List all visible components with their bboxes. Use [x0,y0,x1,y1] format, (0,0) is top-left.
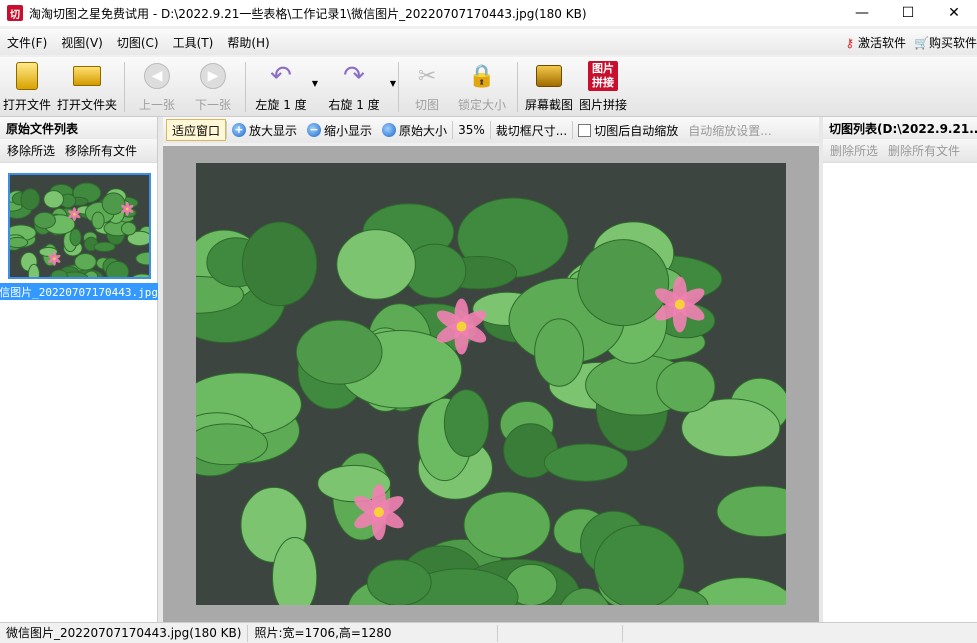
window-title: 淘淘切图之星免费试用 - D:\2022.9.21一些表格\工作记录1\微信图片… [29,6,587,21]
rotate-right-button[interactable]: ↷ 右旋 1 度 ▼ [318,57,396,115]
rotate-right-label: 右旋 1 度 [328,98,380,112]
source-file-panel: 原始文件列表 移除所选 移除所有文件 微信图片_20220707170443.j… [0,117,158,622]
lock-icon: 🔒 [468,63,496,89]
folder-icon [72,61,102,91]
toolbar-divider [124,62,126,112]
fit-label: 适应窗口 [172,123,221,138]
menu-cut[interactable]: 切图(C) [110,34,166,51]
cut-button[interactable]: ✂ 切图 [403,57,451,115]
file-thumbnail[interactable] [8,173,151,279]
rotate-right-icon: ↷ [343,61,365,91]
menu-bar: 文件(F) 视图(V) 切图(C) 工具(T) 帮助(H) ⚷ 激活软件 🛒购买… [0,29,977,55]
image-canvas[interactable] [163,146,819,622]
title-bar: 切 淘淘切图之星免费试用 - D:\2022.9.21一些表格\工作记录1\微信… [0,0,977,26]
file-name: 微信图片_20220707170443.jpg [0,286,158,299]
menu-file[interactable]: 文件(F) [0,34,54,51]
buy-label: 购买软件 [928,35,977,50]
menu-help[interactable]: 帮助(H) [220,34,276,51]
original-label: 原始大小 [399,123,448,138]
auto-zoom-checkbox[interactable]: 切图后自动缩放 [573,119,683,141]
lock-size-label: 锁定大小 [458,98,507,112]
remove-selected-button[interactable]: 移除所选 [7,142,55,159]
zoom-out-icon: − [307,123,322,137]
arrow-right-circle-icon: ▶ [198,61,228,91]
auto-zoom-label: 切图后自动缩放 [594,123,679,138]
open-file-button[interactable]: 打开文件 [0,57,54,115]
buy-link[interactable]: 🛒购买软件 [914,34,977,51]
crop-size-button[interactable]: 裁切框尺寸... [491,119,572,141]
auto-zoom-settings-button[interactable]: 自动缩放设置... [683,119,776,141]
prev-button[interactable]: ◀ 上一张 [129,57,185,115]
view-toolbar: 适应窗口 + 放大显示 − 缩小显示 原始大小 35% 裁切框尺寸... 切图后自动… [163,117,819,143]
close-button[interactable]: ✕ [931,0,977,26]
app-icon: 切 [7,5,23,21]
screenshot-button[interactable]: 屏幕截图 [522,57,576,115]
toolbar-divider [398,62,400,112]
main-toolbar: 打开文件 打开文件夹 ◀ 上一张 ▶ 下一张 ↶ 左旋 1 度 ▼ ↷ 右旋 1 度 ▼ ✂… [0,57,977,117]
key-icon: ⚷ [845,35,855,50]
image-view: 适应窗口 + 放大显示 − 缩小显示 原始大小 35% 裁切框尺寸... 切图后自动… [163,117,819,622]
next-label: 下一张 [195,98,232,112]
rotate-left-label: 左旋 1 度 [255,98,307,112]
thumbnail-image [10,175,149,277]
status-bar: 微信图片_20220707170443.jpg(180 KB) 照片:宽=170… [0,622,977,643]
scissors-icon: ✂ [417,63,437,89]
rotate-left-icon: ↶ [270,61,292,91]
zoom-level: 35% [458,123,485,137]
zoom-in-label: 放大显示 [249,123,298,138]
stitch-icon: 图片拼接 [588,61,619,91]
cart-icon: 🛒 [914,35,929,50]
panel-title: 原始文件列表 [0,117,157,139]
remove-all-button[interactable]: 移除所有文件 [65,142,137,159]
fit-window-button[interactable]: 适应窗口 [166,119,227,141]
maximize-button[interactable]: ☐ [885,0,931,26]
document-icon [12,61,42,91]
toolbar-divider [245,62,247,112]
magnifier-icon [382,123,397,137]
checkbox-icon [578,123,592,137]
activate-link[interactable]: ⚷ 激活软件 [845,34,906,51]
zoom-in-button[interactable]: + 放大显示 [227,119,302,141]
zoom-out-button[interactable]: − 缩小显示 [302,119,377,141]
chevron-down-icon[interactable]: ▼ [390,79,396,88]
minimize-button[interactable]: — [839,0,885,26]
stitch-button[interactable]: 图片拼接 图片拼接 [576,57,630,115]
open-folder-button[interactable]: 打开文件夹 [54,57,120,115]
zoom-out-label: 缩小显示 [324,123,373,138]
zoom-in-icon: + [232,123,247,137]
delete-selected-button[interactable]: 删除所选 [830,142,878,159]
menu-tools[interactable]: 工具(T) [166,34,221,51]
lock-size-button[interactable]: 🔒 锁定大小 [451,57,513,115]
panel-title: 切图列表(D:\2022.9.21... [823,117,977,139]
status-dimensions: 照片:宽=1706,高=1280 [248,624,499,642]
prev-label: 上一张 [139,98,176,112]
open-folder-label: 打开文件夹 [57,98,118,112]
lotus-photo [196,163,786,605]
toolbar-divider [517,62,519,112]
screenshot-label: 屏幕截图 [525,98,574,112]
stitch-label: 图片拼接 [579,98,628,112]
cut-label: 切图 [415,98,440,112]
arrow-left-circle-icon: ◀ [142,61,172,91]
cut-list-panel: 切图列表(D:\2022.9.21... 删除所选 删除所有文件 [823,117,977,622]
original-size-button[interactable]: 原始大小 [377,119,452,141]
activate-label: 激活软件 [858,35,907,50]
delete-all-button[interactable]: 删除所有文件 [888,142,960,159]
file-name-label[interactable]: 微信图片_20220707170443.jpg [0,283,158,300]
open-file-label: 打开文件 [3,98,52,112]
next-button[interactable]: ▶ 下一张 [185,57,241,115]
status-file: 微信图片_20220707170443.jpg(180 KB) [0,624,249,642]
menu-view[interactable]: 视图(V) [54,34,110,51]
rotate-left-button[interactable]: ↶ 左旋 1 度 ▼ [250,57,318,115]
screenshot-icon [534,61,564,91]
status-empty [498,624,624,642]
